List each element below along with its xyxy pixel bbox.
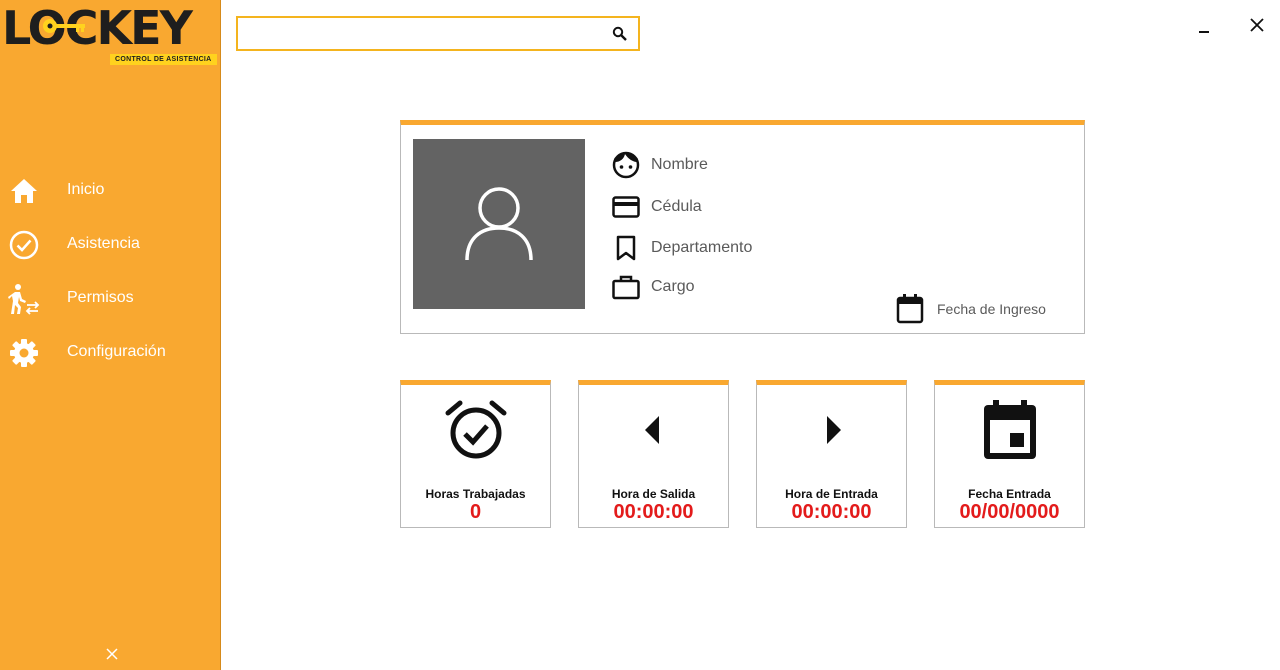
field-fecha-ingreso: Fecha de Ingreso <box>895 293 1046 325</box>
close-icon[interactable] <box>1247 15 1267 35</box>
stat-label: Fecha Entrada <box>968 487 1051 501</box>
arrow-right-icon <box>757 397 906 463</box>
sidebar-close-icon[interactable] <box>102 644 122 664</box>
alarm-check-icon <box>401 397 550 463</box>
sidebar-item-label: Permisos <box>67 289 134 306</box>
briefcase-icon <box>611 272 641 302</box>
field-nombre: Nombre <box>611 150 708 180</box>
logo: LOCKEY CONTROL DE ASISTENCIA <box>2 2 218 66</box>
field-label: Fecha de Ingreso <box>937 301 1046 317</box>
sidebar-nav: Inicio Asistencia Permisos Configuración <box>0 163 221 379</box>
user-icon <box>465 187 533 261</box>
stat-label: Horas Trabajadas <box>425 487 526 501</box>
stat-value: 00:00:00 <box>613 501 694 523</box>
card-icon <box>611 192 641 222</box>
sidebar-item-asistencia[interactable]: Asistencia <box>0 217 221 271</box>
sidebar-item-inicio[interactable]: Inicio <box>0 163 221 217</box>
stat-hora-salida: Hora de Salida 00:00:00 <box>578 380 729 528</box>
sidebar-item-configuracion[interactable]: Configuración <box>0 325 221 379</box>
stat-value: 0 <box>469 501 482 523</box>
logo-tagline: CONTROL DE ASISTENCIA <box>110 54 217 65</box>
field-cargo: Cargo <box>611 272 695 302</box>
search-box <box>236 16 640 51</box>
profile-card: Nombre Cédula Departamento Cargo Fecha d… <box>400 120 1085 334</box>
search-input[interactable] <box>244 24 604 44</box>
field-label: Cédula <box>651 198 702 215</box>
sidebar: LOCKEY CONTROL DE ASISTENCIA Inicio Asis… <box>0 0 221 670</box>
profile-photo <box>413 139 585 309</box>
field-cedula: Cédula <box>611 192 702 222</box>
bookmark-icon <box>611 233 641 263</box>
sidebar-item-permisos[interactable]: Permisos <box>0 271 221 325</box>
stat-fecha-entrada: Fecha Entrada 00/00/0000 <box>934 380 1085 528</box>
sidebar-item-label: Configuración <box>67 343 166 360</box>
field-label: Cargo <box>651 278 695 295</box>
logo-text: LOCKEY <box>2 1 193 55</box>
event-icon <box>935 397 1084 463</box>
field-label: Departamento <box>651 239 753 256</box>
arrow-left-icon <box>579 397 728 463</box>
field-departamento: Departamento <box>611 233 752 263</box>
stat-label: Hora de Salida <box>611 487 696 501</box>
gear-icon <box>8 337 40 369</box>
person-transfer-icon <box>8 283 40 315</box>
stat-value: 00/00/0000 <box>959 501 1060 523</box>
check-circle-icon <box>8 229 40 261</box>
search-icon[interactable] <box>612 26 628 42</box>
stat-hora-entrada: Hora de Entrada 00:00:00 <box>756 380 907 528</box>
sidebar-item-label: Inicio <box>67 181 105 198</box>
sidebar-item-label: Asistencia <box>67 235 140 252</box>
stat-label: Hora de Entrada <box>785 487 878 501</box>
calendar-icon <box>895 294 925 324</box>
app-window: LOCKEY CONTROL DE ASISTENCIA Inicio Asis… <box>0 0 1280 670</box>
stat-value: 00:00:00 <box>791 501 872 523</box>
minimize-icon[interactable] <box>1195 20 1215 40</box>
field-label: Nombre <box>651 156 708 173</box>
home-icon <box>8 175 40 207</box>
face-icon <box>611 150 641 180</box>
stat-horas-trabajadas: Horas Trabajadas 0 <box>400 380 551 528</box>
key-icon <box>43 19 85 33</box>
